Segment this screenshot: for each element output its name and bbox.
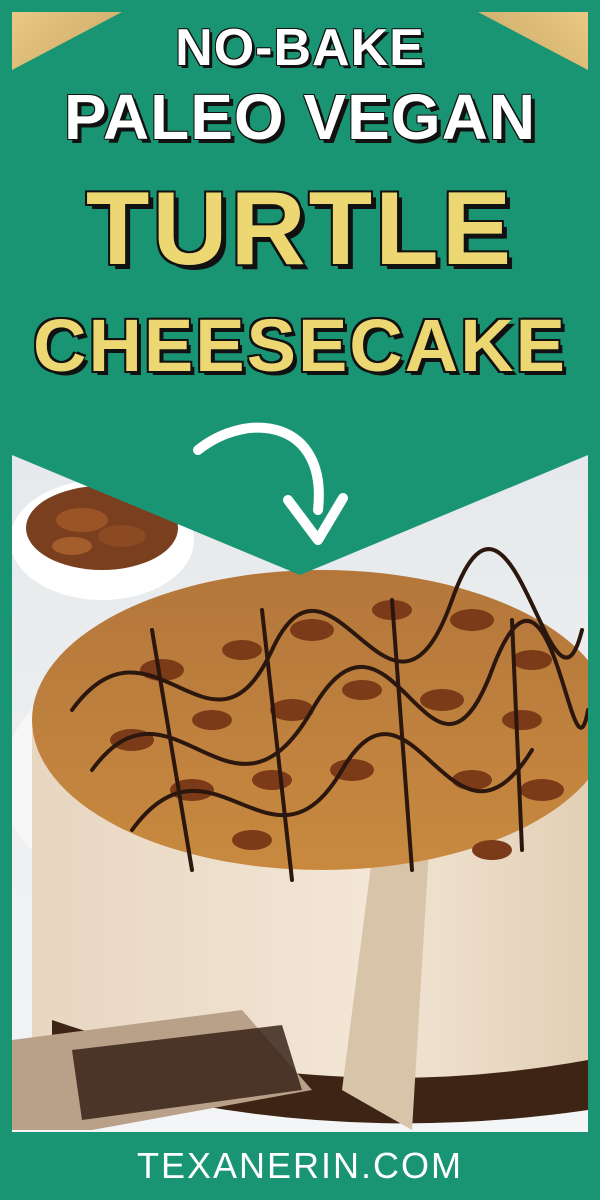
headline-cheesecake: CHEESECAKE [33, 304, 567, 387]
headline-turtle: TURTLE [85, 171, 515, 287]
headline-no-bake: NO-BAKE [175, 19, 425, 77]
pin-graphic: NO-BAKE PALEO VEGAN TURTLE CHEESECAKE TE… [0, 0, 600, 1200]
curved-arrow-down-icon [193, 422, 348, 545]
site-url[interactable]: TEXANERIN.COM [137, 1145, 463, 1187]
headline-paleo-vegan: PALEO VEGAN [63, 81, 537, 153]
footer-bar: TEXANERIN.COM [0, 1132, 600, 1200]
